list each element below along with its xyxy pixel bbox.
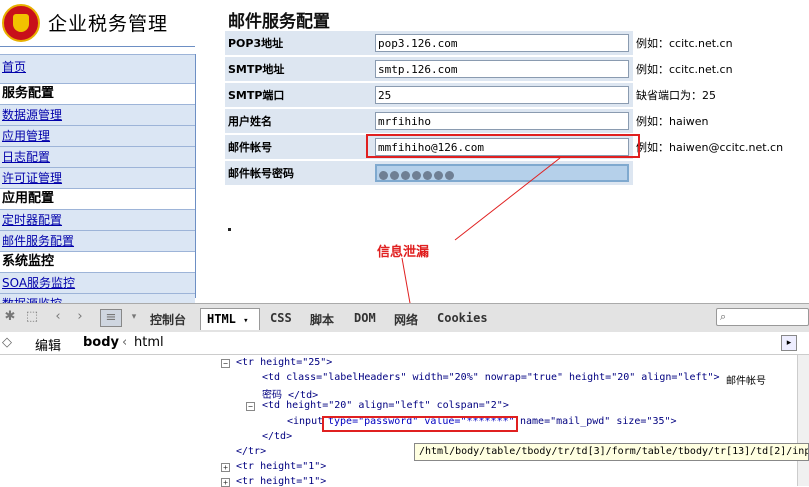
tab-dom[interactable]: DOM <box>354 311 376 325</box>
tree-node[interactable]: </td> <box>262 431 292 442</box>
expand-icon[interactable]: + <box>221 463 230 472</box>
search-input[interactable]: ⌕ <box>716 308 809 326</box>
tree-node[interactable]: <td height="20" align="left" colspan="2"… <box>262 400 509 411</box>
scrollbar[interactable] <box>797 355 809 486</box>
inspect-icon[interactable]: ⬚ <box>24 309 40 325</box>
tree-node[interactable]: <tr height="25"> <box>236 357 332 368</box>
tab-html[interactable]: HTML ▾ <box>200 308 260 330</box>
edit-button[interactable]: 编辑 <box>35 335 61 354</box>
tree-node[interactable]: name="mail_pwd" size="35"> <box>520 416 677 427</box>
tree-node[interactable]: <tr height="1"> <box>236 476 326 487</box>
list-view-icon[interactable]: ≡ <box>100 309 122 327</box>
tab-console[interactable]: 控制台 <box>150 311 186 328</box>
search-icon: ⌕ <box>720 310 727 323</box>
chevron-down-icon: ▾ <box>243 316 249 326</box>
collapse-icon[interactable]: − <box>246 402 255 411</box>
leak-arrow-top <box>454 157 561 241</box>
devtools-toolbar: ✱ ⬚ ‹ › ≡ ▾ 控制台 HTML ▾ CSS 脚本 DOM 网络 Coo… <box>0 303 809 333</box>
tree-node[interactable]: 密码 </td> <box>262 386 318 401</box>
firebug-icon[interactable]: ✱ <box>2 309 18 325</box>
tab-net[interactable]: 网络 <box>394 311 418 328</box>
attr-highlight-box <box>322 416 518 432</box>
expand-arrows-icon[interactable]: ◇ <box>2 335 12 350</box>
breadcrumb: ◇ 编辑 body ‹ html ▸ <box>0 332 809 355</box>
tree-node[interactable]: </tr> <box>236 446 266 457</box>
xpath-tooltip: /html/body/table/tbody/tr/td[3]/form/tab… <box>414 443 809 461</box>
tab-script[interactable]: 脚本 <box>310 311 334 328</box>
tab-html-label: HTML <box>207 312 236 326</box>
menu-dropdown-icon[interactable]: ▾ <box>126 309 142 325</box>
breadcrumb-separator-icon: ‹ <box>122 335 128 350</box>
tree-node[interactable]: <input <box>287 416 323 427</box>
tab-css[interactable]: CSS <box>270 311 292 325</box>
panel-toggle-icon[interactable]: ▸ <box>781 335 797 351</box>
back-icon[interactable]: ‹ <box>50 309 66 325</box>
tree-node[interactable]: <td class="labelHeaders" width="20%" now… <box>262 372 720 383</box>
breadcrumb-html[interactable]: html <box>134 335 164 350</box>
forward-icon[interactable]: › <box>72 309 88 325</box>
collapse-icon[interactable]: − <box>221 359 230 368</box>
tree-text: 邮件帐号 <box>726 376 766 387</box>
tree-node[interactable]: <tr height="1"> <box>236 461 326 472</box>
breadcrumb-body[interactable]: body <box>83 335 119 350</box>
tab-cookies[interactable]: Cookies <box>437 311 488 325</box>
